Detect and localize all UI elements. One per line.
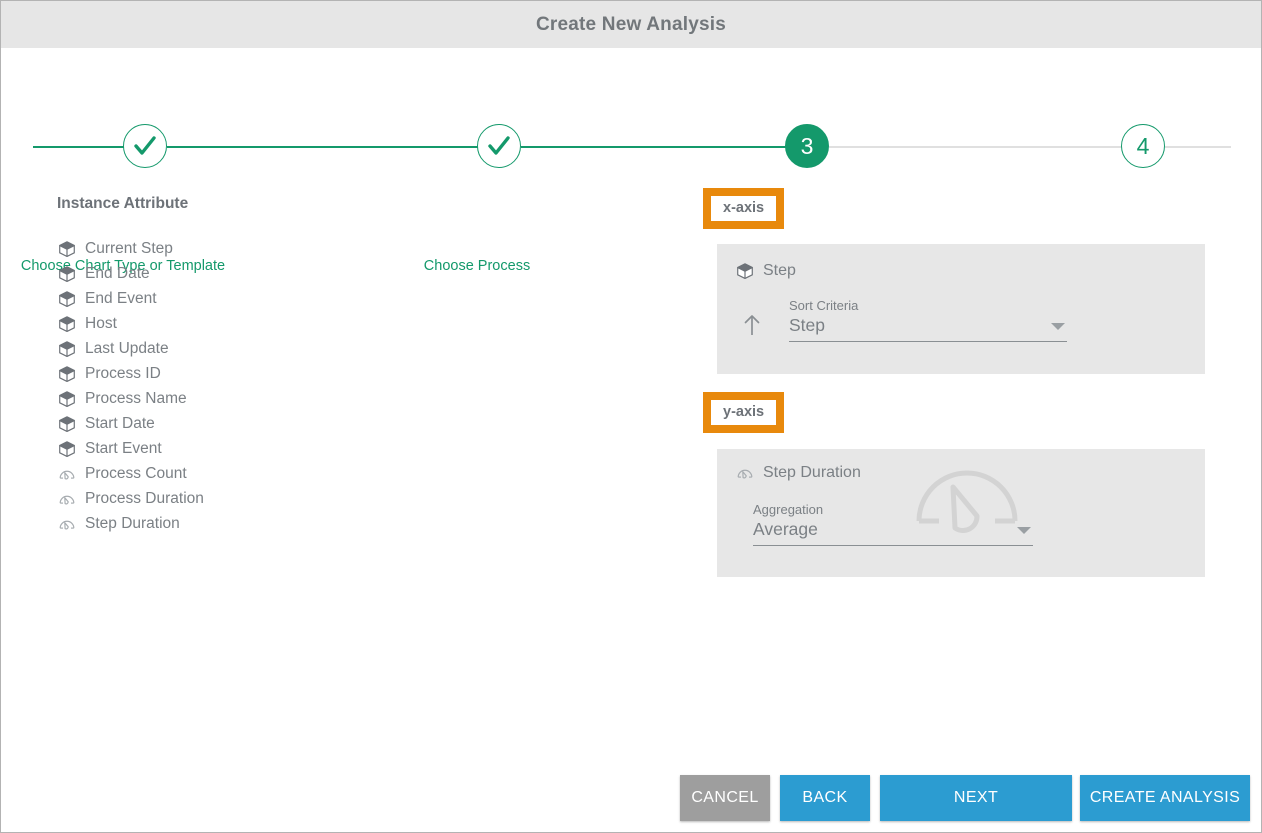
y-axis-dropzone[interactable]: Step Duration Aggregation Average (717, 449, 1205, 577)
instance-attribute-panel: Instance Attribute Current Step End Date (57, 195, 477, 536)
attribute-item-label: Last Update (85, 340, 169, 358)
dialog-title: Create New Analysis (536, 14, 726, 36)
check-icon (130, 131, 160, 161)
arrow-up-icon (741, 312, 763, 338)
next-button[interactable]: NEXT (880, 775, 1072, 821)
sort-criteria-select[interactable]: Step (789, 315, 1067, 342)
check-icon (484, 131, 514, 161)
y-axis-attribute: Step Duration (735, 463, 861, 483)
attribute-item-label: Process Count (85, 465, 187, 483)
attribute-item-label: Host (85, 315, 117, 333)
aggregation-label: Aggregation (753, 502, 1033, 517)
sort-criteria-value: Step (789, 315, 1067, 341)
x-axis-attribute: Step (735, 261, 796, 281)
x-axis-attribute-label: Step (763, 262, 796, 280)
stepper-step-4-number: 4 (1137, 135, 1150, 158)
cube-icon (57, 364, 77, 384)
instance-attribute-list: Current Step End Date End Event (57, 236, 477, 536)
attribute-item-label: Process ID (85, 365, 161, 383)
stepper-connector-4 (1165, 146, 1231, 148)
attribute-item-start-event[interactable]: Start Event (57, 436, 477, 461)
attribute-item-last-update[interactable]: Last Update (57, 336, 477, 361)
stepper-step-1-circle (123, 124, 167, 168)
gauge-icon (57, 464, 77, 484)
stepper-step-3-circle: 3 (785, 124, 829, 168)
aggregation-value: Average (753, 519, 1033, 545)
sort-direction-toggle[interactable] (741, 312, 763, 338)
cube-icon (735, 261, 755, 281)
x-axis-badge: x-axis (703, 188, 784, 229)
cube-icon (57, 239, 77, 259)
cube-icon (57, 289, 77, 309)
stepper-step-4-circle: 4 (1121, 124, 1165, 168)
cancel-button[interactable]: CANCEL (680, 775, 770, 821)
attribute-item-process-name[interactable]: Process Name (57, 386, 477, 411)
attribute-item-label: Process Name (85, 390, 187, 408)
attribute-item-label: Process Duration (85, 490, 204, 508)
attribute-item-current-step[interactable]: Current Step (57, 236, 477, 261)
instance-attribute-title: Instance Attribute (57, 195, 477, 213)
sort-criteria-field[interactable]: Sort Criteria Step (789, 298, 1067, 342)
attribute-item-label: Step Duration (85, 515, 180, 533)
attribute-item-end-date[interactable]: End Date (57, 261, 477, 286)
chevron-down-icon[interactable] (1051, 323, 1065, 330)
wizard-stepper: Choose Chart Type or Template Choose Pro… (1, 48, 1261, 168)
dialog-titlebar: Create New Analysis (1, 1, 1261, 48)
stepper-step-2-circle (477, 124, 521, 168)
stepper-step-2[interactable]: Choose Process (477, 124, 523, 170)
aggregation-field[interactable]: Aggregation Average (753, 502, 1033, 546)
cube-icon (57, 264, 77, 284)
cube-icon (57, 339, 77, 359)
stepper-step-4[interactable]: 4 Setting Filters (optional) (1121, 124, 1167, 170)
attribute-item-end-event[interactable]: End Event (57, 286, 477, 311)
gauge-icon (57, 489, 77, 509)
stepper-connector-1 (167, 146, 480, 148)
attribute-item-step-duration[interactable]: Step Duration (57, 511, 477, 536)
cube-icon (57, 314, 77, 334)
y-axis-attribute-label: Step Duration (763, 464, 861, 482)
cube-icon (57, 439, 77, 459)
stepper-connector-2 (521, 146, 787, 148)
cube-icon (57, 414, 77, 434)
stepper-step-3-number: 3 (801, 135, 814, 158)
sort-criteria-label: Sort Criteria (789, 298, 1067, 313)
x-axis-dropzone[interactable]: Step Sort Criteria Step (717, 244, 1205, 374)
attribute-item-process-id[interactable]: Process ID (57, 361, 477, 386)
attribute-item-label: End Date (85, 265, 150, 283)
attribute-item-label: End Event (85, 290, 157, 308)
attribute-item-label: Start Date (85, 415, 155, 433)
attribute-item-start-date[interactable]: Start Date (57, 411, 477, 436)
gauge-icon (57, 514, 77, 534)
attribute-item-host[interactable]: Host (57, 311, 477, 336)
attribute-item-label: Start Event (85, 440, 162, 458)
chevron-down-icon[interactable] (1017, 527, 1031, 534)
attribute-item-process-count[interactable]: Process Count (57, 461, 477, 486)
cube-icon (57, 389, 77, 409)
attribute-item-process-duration[interactable]: Process Duration (57, 486, 477, 511)
attribute-item-label: Current Step (85, 240, 173, 258)
create-new-analysis-dialog: Create New Analysis Choose Chart Type or… (0, 0, 1262, 833)
create-analysis-button[interactable]: CREATE ANALYSIS (1080, 775, 1250, 821)
stepper-step-3[interactable]: 3 Allocating the Axes (785, 124, 831, 170)
back-button[interactable]: BACK (780, 775, 870, 821)
gauge-icon (735, 463, 755, 483)
aggregation-select[interactable]: Average (753, 519, 1033, 546)
stepper-connector-3 (829, 146, 1123, 148)
stepper-step-1[interactable]: Choose Chart Type or Template (123, 124, 169, 170)
y-axis-badge: y-axis (703, 392, 784, 433)
